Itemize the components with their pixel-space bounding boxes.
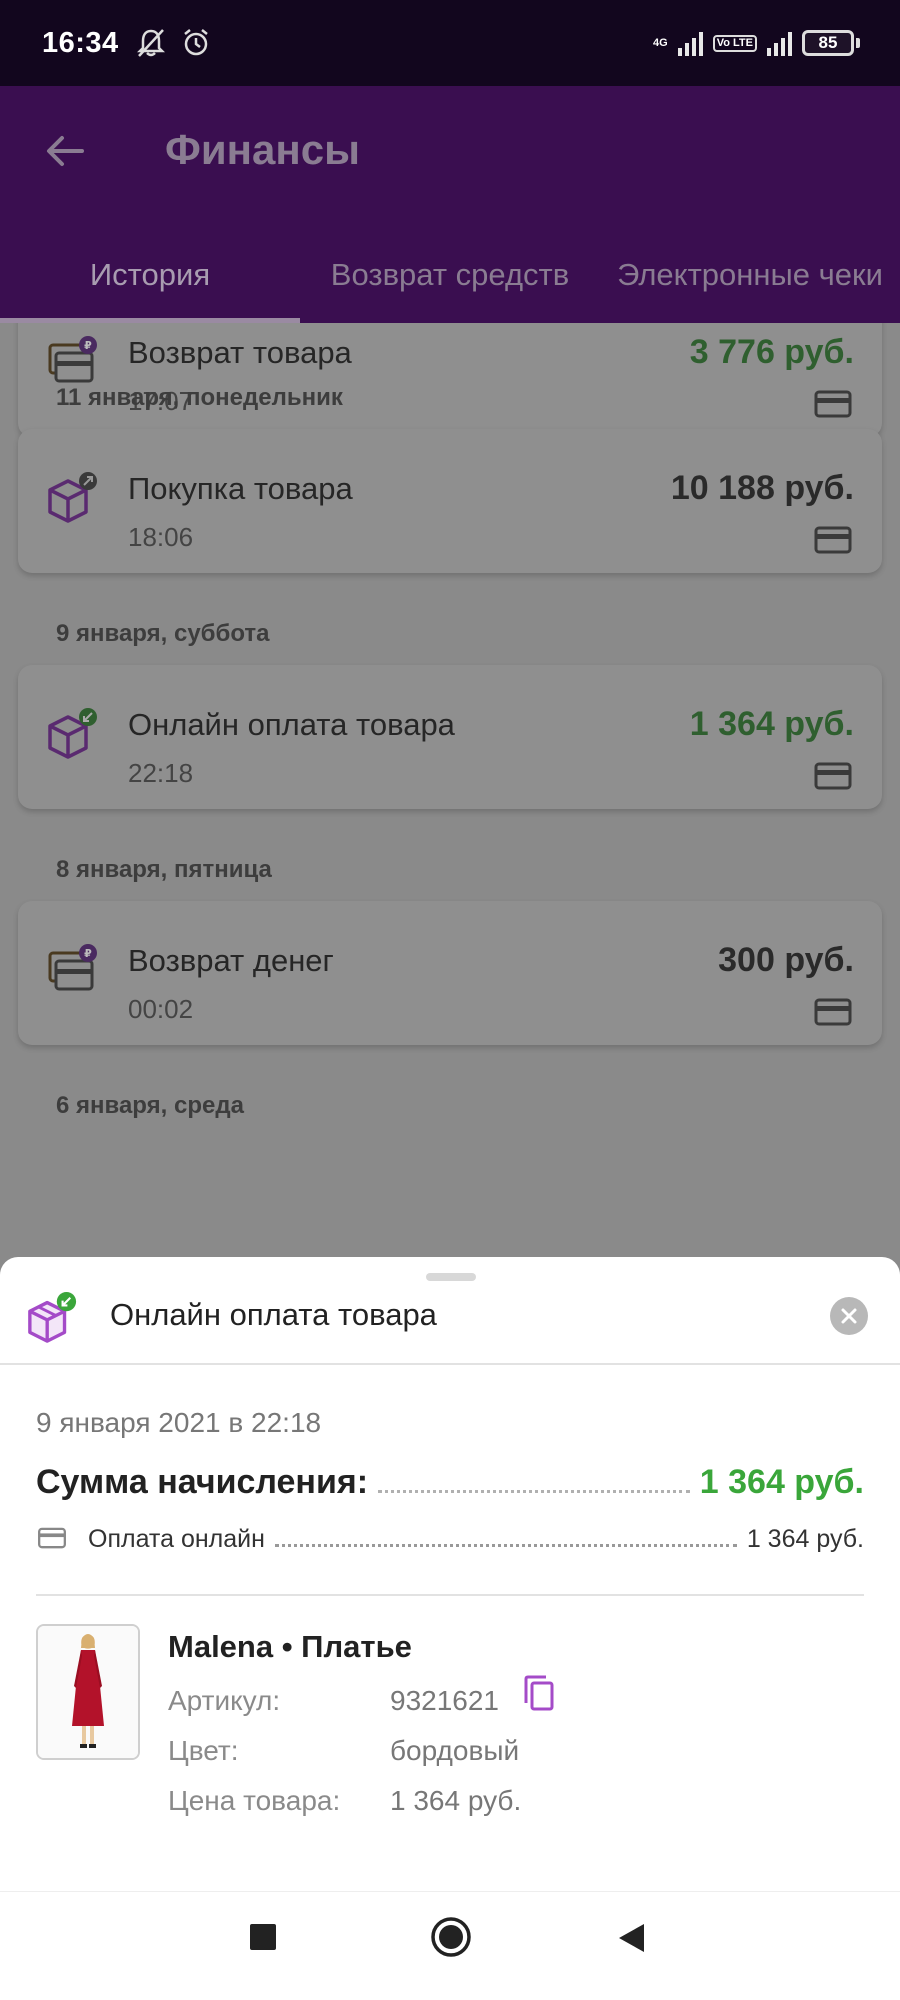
sum-row: Сумма начисления: 1 364 руб. <box>36 1463 864 1502</box>
back-arrow-icon[interactable] <box>40 126 90 176</box>
bell-off-icon <box>136 29 165 57</box>
credit-card-icon <box>814 998 852 1026</box>
price-value: 1 364 руб. <box>390 1785 522 1816</box>
color-value: бордовый <box>390 1735 520 1766</box>
tab-refunds[interactable]: Возврат средств <box>300 226 600 323</box>
system-nav-bar <box>0 1891 900 2000</box>
tab-receipts[interactable]: Электронные чеки <box>600 226 900 323</box>
card-time: 18:06 <box>128 522 194 552</box>
box-in-icon <box>28 1291 77 1343</box>
card-amount: 1 364 руб. <box>689 705 854 743</box>
card-time: 00:02 <box>128 994 194 1024</box>
card-amount: 3 776 руб. <box>689 333 854 371</box>
history-card[interactable]: Онлайн оплата товара 22:18 1 364 руб. <box>18 665 882 809</box>
card-amount: 300 руб. <box>718 941 854 979</box>
dress-image <box>38 1626 138 1758</box>
battery-icon: 85 <box>802 30 860 56</box>
copy-icon[interactable] <box>522 1675 556 1713</box>
credit-card-icon <box>814 526 852 554</box>
payment-label: Оплата онлайн <box>88 1525 265 1553</box>
refund-card-icon: ₽ <box>48 336 97 383</box>
alarm-icon <box>183 29 208 56</box>
card-amount: 10 188 руб. <box>670 469 854 507</box>
card-title: Возврат денег <box>128 943 334 978</box>
payment-row: Оплата онлайн 1 364 руб. <box>36 1525 864 1554</box>
battery-level: 85 <box>818 33 838 52</box>
svg-text:₽: ₽ <box>84 339 92 352</box>
refund-card-icon: ₽ <box>48 944 97 991</box>
home-icon[interactable] <box>430 1916 472 1958</box>
back-icon[interactable] <box>616 1922 648 1954</box>
divider <box>0 1363 900 1365</box>
signal-icon <box>677 30 703 56</box>
volte-badge: Vo LTE <box>712 34 757 52</box>
day-header: 11 января, понедельник <box>56 384 343 411</box>
close-button[interactable] <box>830 1297 868 1335</box>
sheet-title: Онлайн оплата товара <box>110 1297 437 1332</box>
history-list[interactable]: ₽ Возврат товара 17:07 3 776 руб. 11 янв… <box>0 323 900 1257</box>
card-time: 22:18 <box>128 758 194 788</box>
day-header: 9 января, суббота <box>56 620 270 647</box>
history-card[interactable]: ₽ Возврат товара 17:07 3 776 руб. <box>18 323 882 437</box>
box-out-icon <box>48 472 97 523</box>
payment-value: 1 364 руб. <box>746 1525 864 1553</box>
sum-value: 1 364 руб. <box>699 1463 864 1501</box>
sum-label: Сумма начисления: <box>36 1463 369 1501</box>
credit-card-icon <box>814 762 852 790</box>
color-label: Цвет: <box>168 1735 239 1766</box>
history-card[interactable]: ₽ Возврат денег 00:02 300 руб. <box>18 901 882 1045</box>
article-label: Артикул: <box>168 1685 281 1716</box>
price-label: Цена товара: <box>168 1785 341 1816</box>
credit-card-icon <box>814 390 852 418</box>
status-time: 16:34 <box>42 26 119 59</box>
dot-leader <box>378 1490 690 1493</box>
product-title: Malena • Платье <box>168 1629 412 1664</box>
status-bar: 16:34 4G Vo LTE 85 <box>0 0 900 86</box>
recents-icon[interactable] <box>248 1922 278 1952</box>
tab-history[interactable]: История <box>0 226 300 323</box>
history-card[interactable]: Покупка товара 18:06 10 188 руб. <box>18 429 882 573</box>
app-bar: Финансы История Возврат средств Электрон… <box>0 86 900 323</box>
box-in-icon <box>48 708 97 759</box>
page-title: Финансы <box>165 126 360 173</box>
close-icon <box>841 1308 857 1324</box>
article-value: 9321621 <box>390 1685 500 1716</box>
card-title: Возврат товара <box>128 335 352 370</box>
card-title: Онлайн оплата товара <box>128 707 455 742</box>
svg-text:₽: ₽ <box>84 947 92 960</box>
credit-card-icon <box>38 1527 66 1549</box>
transaction-date: 9 января 2021 в 22:18 <box>36 1407 322 1438</box>
card-title: Покупка товара <box>128 471 353 506</box>
transaction-detail-sheet: Онлайн оплата товара 9 января 2021 в 22:… <box>0 1257 900 1891</box>
divider <box>36 1594 864 1596</box>
signal-icon-2 <box>767 30 792 56</box>
dot-leader <box>274 1544 737 1547</box>
product-image[interactable] <box>36 1624 140 1760</box>
drag-handle[interactable] <box>426 1273 476 1281</box>
day-header: 8 января, пятница <box>56 856 272 883</box>
day-header: 6 января, среда <box>56 1092 244 1119</box>
network-type: 4G <box>653 36 668 49</box>
tab-bar: История Возврат средств Электронные чеки <box>0 226 900 323</box>
